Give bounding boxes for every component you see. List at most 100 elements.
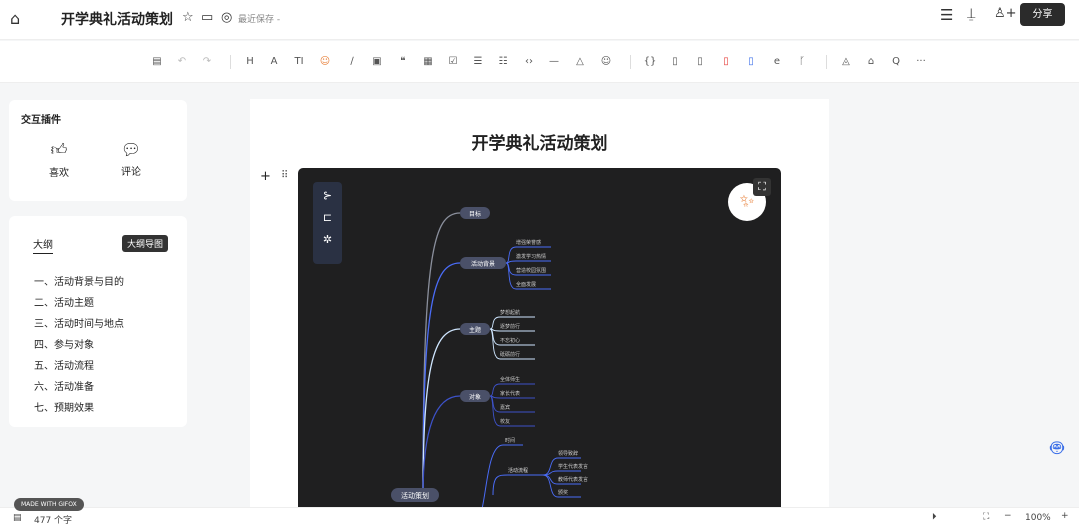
- presentation-icon[interactable]: ⍊: [967, 6, 975, 22]
- assistant-robot-icon[interactable]: 🤖︎: [1042, 432, 1072, 468]
- highlight-icon[interactable]: △: [573, 56, 587, 67]
- file-icon[interactable]: ▯: [668, 56, 682, 67]
- ordered-list-icon[interactable]: ☷: [496, 56, 510, 67]
- leaf-label: 梦想起航: [500, 309, 520, 316]
- thumbs-up-icon: 👍︎: [50, 140, 68, 159]
- mindmap-canvas: 目标活动背景 增强荣誉感激发学习热情营造校园氛围全面发展主题 梦想起航逐梦前行不忘初…: [391, 207, 588, 526]
- plugins-title: 交互插件: [21, 115, 61, 126]
- drag-handle-icon[interactable]: ⠿: [281, 170, 288, 181]
- code-icon[interactable]: ‹›: [522, 56, 536, 67]
- fit-screen-icon[interactable]: ⛶: [983, 512, 989, 522]
- add-user-icon[interactable]: ♙+: [994, 6, 1017, 21]
- search-icon[interactable]: Q: [889, 56, 903, 67]
- embed-icon[interactable]: e: [770, 56, 784, 67]
- comment-label: 评论: [121, 167, 141, 178]
- toolbar-divider: [630, 55, 631, 69]
- fullscreen-icon[interactable]: ⛶: [753, 178, 771, 196]
- pdf-icon[interactable]: ▯: [719, 56, 733, 67]
- branch-label: 对象: [469, 393, 481, 401]
- tab-mindmap[interactable]: 大纲导图: [122, 235, 169, 252]
- comment-icon: 💬︎: [120, 140, 142, 159]
- leaf-label: 学生代表发言: [558, 463, 588, 470]
- branch-line: [492, 474, 543, 496]
- editor-toolbar: ▤ ↶ ↷ H A TI ☺ ∕ ▣ ❝ ▦ ☑ ☰ ☷ ‹› — △ ☺ {} ▯ ▯ ▯ ▯ e ᚴ ◬ ⌂ Q ···: [0, 41, 1079, 83]
- root-label: 活动策划: [401, 491, 429, 500]
- outline-item[interactable]: 三、活动时间与地点: [34, 315, 124, 330]
- save-icon[interactable]: ▤: [150, 56, 164, 67]
- more-icon[interactable]: ···: [914, 56, 928, 67]
- branch-label: 目标: [469, 210, 481, 218]
- status-bar: ▤ 477 个字 ⏵ ⛶ − 100% +: [0, 507, 1079, 529]
- document-title: 开学典礼活动策划: [471, 134, 608, 154]
- like-label: 喜欢: [49, 168, 69, 179]
- star-icon[interactable]: ☆: [182, 10, 194, 25]
- like-button[interactable]: 👍︎ 喜欢: [47, 140, 71, 179]
- outline-item[interactable]: 二、活动主题: [34, 294, 94, 309]
- word-count-icon: ▤: [13, 513, 22, 523]
- outline-item[interactable]: 六、活动准备: [34, 378, 94, 393]
- leaf-label: 营造校园氛围: [516, 267, 546, 274]
- checkbox-icon[interactable]: ☑: [446, 56, 460, 67]
- leaf-label: 全体师生: [500, 376, 520, 383]
- leaf-label: 嘉宾: [500, 404, 510, 411]
- share-button[interactable]: 分享: [1020, 3, 1065, 26]
- check-circle-icon: ◎: [221, 10, 233, 25]
- zoom-level: 100%: [1025, 513, 1051, 523]
- save-status: 最近保存 -: [238, 15, 281, 25]
- bullet-list-icon[interactable]: ☰: [471, 56, 485, 67]
- quote-icon[interactable]: ❝: [396, 56, 410, 67]
- menu-icon[interactable]: ☰: [940, 6, 953, 24]
- redo-icon[interactable]: ↷: [200, 56, 214, 67]
- tab-outline[interactable]: 大纲: [33, 236, 53, 254]
- leaf-label: 砥砺前行: [500, 351, 520, 358]
- outline-panel: 大纲 大纲导图 一、活动背景与目的 二、活动主题三、活动时间与地点 四、参与对象 五、…: [9, 216, 187, 427]
- image-icon[interactable]: ▣: [370, 56, 384, 67]
- leaf-label: 家长代表: [500, 390, 520, 397]
- format-painter-icon[interactable]: ⌂: [864, 56, 878, 67]
- table-icon[interactable]: ▦: [421, 56, 435, 67]
- play-icon[interactable]: ⏵: [932, 512, 937, 522]
- emoji-color-icon[interactable]: ☺: [318, 56, 332, 67]
- toolbar-divider: [230, 55, 231, 69]
- divider-icon[interactable]: —: [547, 56, 561, 67]
- zoom-in-icon[interactable]: +: [1061, 511, 1069, 521]
- doc-title[interactable]: 开学典礼活动策划: [61, 9, 173, 29]
- header: ⌂ 开学典礼活动策划 ☆ ▭ ◎ 最近保存 - ☰ ⍊ ♙+ 分享: [0, 0, 1079, 40]
- node-label: 活动流程: [508, 467, 528, 474]
- emoji-icon[interactable]: ☺: [599, 56, 613, 67]
- outline-item[interactable]: 五、活动流程: [34, 357, 94, 372]
- mindmap-block[interactable]: ⊱ ⊏ ✲ 目标 活动背景 增强荣誉感 激发学习热情 营造校园氛围 全面发展 主题 梦想起航逐…: [298, 168, 781, 529]
- comment-button[interactable]: 💬︎ 评论: [119, 140, 143, 178]
- branch-line: [422, 212, 461, 496]
- brush-icon[interactable]: ◬: [839, 56, 853, 67]
- home-icon[interactable]: ⌂: [10, 9, 20, 28]
- branch-line: [422, 395, 461, 496]
- branch-icon[interactable]: ᚴ: [795, 56, 809, 67]
- word-icon[interactable]: ▯: [744, 56, 758, 67]
- link-icon[interactable]: ∕: [345, 56, 359, 67]
- attachment-icon[interactable]: ▯: [693, 56, 707, 67]
- code-block-icon[interactable]: {}: [643, 56, 657, 67]
- leaf-label: 逐梦前行: [500, 323, 520, 330]
- font-size-icon[interactable]: A: [267, 56, 281, 67]
- leaf-label: 校友: [500, 418, 510, 425]
- branch-label: 活动背景: [471, 260, 495, 268]
- heading-icon[interactable]: H: [243, 56, 257, 67]
- outline-item[interactable]: 七、预期效果: [34, 399, 94, 414]
- add-block-icon[interactable]: +: [260, 169, 271, 184]
- gifox-badge: MADE WITH GIFOX: [14, 498, 84, 511]
- leaf-label: 激发学习热情: [516, 253, 546, 260]
- leaf-label: 教师代表发言: [558, 476, 588, 483]
- folder-icon[interactable]: ▭: [201, 10, 213, 25]
- undo-icon[interactable]: ↶: [175, 56, 189, 67]
- leaf-line: [505, 260, 551, 264]
- outline-item[interactable]: 四、参与对象: [34, 336, 94, 351]
- word-count: 477 个字: [34, 516, 73, 526]
- branch-line: [422, 328, 461, 496]
- outline-item[interactable]: 一、活动背景与目的: [34, 273, 124, 288]
- text-icon[interactable]: TI: [292, 56, 306, 67]
- toolbar-divider: [826, 55, 827, 69]
- leaf-label: 增强荣誉感: [516, 239, 541, 246]
- leaf-label: 颁奖: [558, 489, 568, 496]
- zoom-out-icon[interactable]: −: [1004, 511, 1012, 521]
